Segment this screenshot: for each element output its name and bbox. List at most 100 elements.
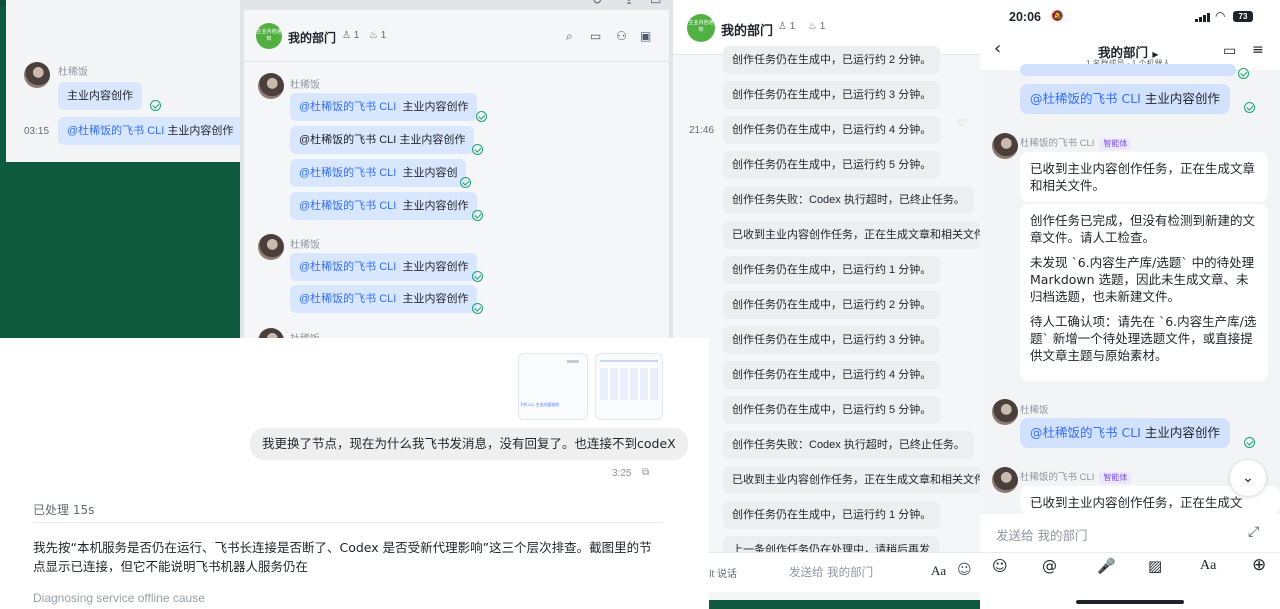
message-text: 主业内容创作 <box>67 90 133 102</box>
read-check-icon <box>1244 102 1255 113</box>
bot-message-bubble[interactable]: 创作任务仍在生成中，已运行约 2 分钟。 <box>723 46 941 74</box>
bot-message-bubble[interactable]: 已收到主业内容创作任务，正在生成文章和相关文件 <box>723 466 980 494</box>
expand-icon[interactable]: ⤢ <box>1248 525 1259 539</box>
add-member-icon[interactable]: ⚇ <box>616 30 627 42</box>
text-format-icon[interactable]: Aa <box>931 564 946 577</box>
mention[interactable]: @杜稀饭的飞书 CLI <box>299 200 396 212</box>
message-list: @杜稀饭的飞书 CLI 主业内容创作 杜稀饭的飞书 CLI 智能体 已收到主业内容… <box>980 64 1280 514</box>
paragraph: 未发现 `6.内容生产库/选题` 中的待处理 Markdown 选题，因此未生成… <box>1030 255 1255 304</box>
mention[interactable]: @杜稀饭的飞书 CLI <box>299 167 396 179</box>
group-avatar[interactable]: 主业内容通知 <box>687 14 715 42</box>
sender-name: 杜稀饭 <box>290 330 320 338</box>
more-icon[interactable]: ≡ <box>1252 43 1264 57</box>
message-bubble[interactable]: @杜稀饭的飞书 CLI 主业内容创作 <box>290 253 478 281</box>
message-text: 主业内容创作 <box>402 293 469 305</box>
message-text: @杜稀饭的飞书 CLI 主业内容创作 <box>299 134 466 146</box>
like-icon[interactable]: ♡ <box>957 118 966 130</box>
mention[interactable]: @杜稀饭的飞书 CLI <box>1030 91 1141 106</box>
back-icon[interactable]: ‹ <box>994 40 1001 58</box>
message-bubble[interactable]: 主业内容创作 <box>58 82 142 110</box>
message-bubble[interactable]: @杜稀饭的飞书 CLI 主业内容创作 <box>290 285 478 313</box>
image-icon[interactable]: ▨ <box>1148 559 1162 574</box>
bot-message-bubble[interactable]: 创作任务仍在生成中，已运行约 5 分钟。 <box>723 396 941 424</box>
mute-icon: 🔕 <box>1051 11 1064 22</box>
member-count[interactable]: ♙ 1 <box>778 21 795 32</box>
group-avatar[interactable]: 主业内容通知 <box>256 23 282 49</box>
chat-title[interactable]: 我的部门 <box>721 20 773 39</box>
message-text: 主业内容创作 <box>1144 425 1220 440</box>
bot-message-bubble[interactable]: 创作任务仍在生成中，已运行约 3 分钟。 <box>723 81 941 109</box>
bot-message[interactable]: 创作任务已完成，但没有检测到新建的文章文件。请人工检查。 未发现 `6.内容生产… <box>1020 204 1268 381</box>
user-message[interactable]: 我更换了节点，现在为什么我飞书发消息，没有回复了。也连接不到codeX <box>250 428 688 460</box>
avatar[interactable] <box>992 399 1018 425</box>
message-bubble[interactable]: @杜稀饭的飞书 CLI 主业内容创作 <box>1020 418 1230 448</box>
bot-count[interactable]: ♨ 1 <box>808 21 825 32</box>
divider <box>33 522 663 523</box>
microphone-icon[interactable]: 🎤 <box>1097 559 1116 574</box>
message-text: 主业内容创作 <box>402 200 469 212</box>
thumbnail-text: 飞书 CLI 主业内容创作 <box>519 402 560 407</box>
bot-message-bubble[interactable]: 创作任务仍在生成中，已运行约 3 分钟。 <box>723 326 941 354</box>
copy-icon[interactable]: ⧉ <box>642 467 649 479</box>
avatar[interactable] <box>992 133 1018 159</box>
chat-header: 主业内容通知 我的部门 ♙ 1 ♨ 1 ⌕ ▭ ⚇ ▣ <box>244 10 669 62</box>
mention-icon[interactable]: @ <box>1042 559 1057 574</box>
screenshot-panel-assistant: 飞书 CLI 主业内容创作 我更换了节点，现在为什么我飞书发消息，没有回复了。也… <box>0 338 709 609</box>
text-format-icon[interactable]: Aa <box>1200 559 1216 573</box>
more-panel-icon[interactable]: ▣ <box>640 30 651 42</box>
mention[interactable]: @杜稀饭的飞书 CLI <box>67 125 164 137</box>
avatar[interactable] <box>24 62 50 88</box>
video-call-icon[interactable]: ▭ <box>590 30 601 42</box>
mention[interactable]: @杜稀饭的飞书 CLI <box>299 101 396 113</box>
bot-message-bubble[interactable]: 创作任务仍在生成中，已运行约 5 分钟。 <box>723 151 941 179</box>
chat-title[interactable]: 我的部门 <box>288 29 336 46</box>
bot-message-bubble[interactable]: 创作任务仍在生成中，已运行约 2 分钟。 <box>723 291 941 319</box>
emoji-icon[interactable]: ☺ <box>957 563 972 577</box>
avatar[interactable] <box>992 467 1018 493</box>
message-input[interactable]: 发送给 我的部门 <box>996 525 1087 544</box>
message-bubble[interactable]: @杜稀饭的飞书 CLI 主业内容创 <box>290 159 467 187</box>
mention[interactable]: @杜稀饭的飞书 CLI <box>299 293 396 305</box>
bot-message-bubble[interactable]: 创作任务仍在生成中，已运行约 4 分钟。 <box>723 116 941 144</box>
bot-message-bubble[interactable]: 创作任务仍在生成中，已运行约 1 分钟。 <box>723 501 941 529</box>
message-bubble[interactable]: @杜稀饭的飞书 CLI 主业内容创作 <box>290 192 478 220</box>
emoji-icon[interactable]: ☺ <box>992 559 1008 574</box>
status-time: 20:06 <box>1009 10 1041 24</box>
history-icon[interactable]: ↻ <box>592 0 602 6</box>
share-icon[interactable]: ⇪ <box>624 0 634 6</box>
add-icon[interactable]: ⊕ <box>1252 557 1266 574</box>
member-count[interactable]: ♙ 1 <box>342 30 359 41</box>
read-check-icon <box>460 177 471 188</box>
assistant-reply: 我先按“本机服务是否仍在运行、飞书长连接是否断了、Codex 是否受新代理影响”… <box>33 540 652 574</box>
message-bubble[interactable]: @杜稀饭的飞书 CLI 主业内容创作 <box>58 117 240 145</box>
bot-message-bubble[interactable]: 创作任务失败：Codex 执行超时，已终止任务。 <box>723 186 974 214</box>
message-text: 主业内容创作 <box>167 125 234 137</box>
window-icon[interactable]: ▭ <box>650 0 661 6</box>
video-call-icon[interactable]: ▭ <box>1223 44 1236 58</box>
bot-message-bubble[interactable]: 创作任务仍在生成中，已运行约 1 分钟。 <box>723 256 941 284</box>
mention[interactable]: @杜稀饭的飞书 CLI <box>299 261 396 273</box>
screenshot-panel-mobile: 20:06 🔕 ◠ 73 ‹ 我的部门 ▶ 1 名群成员 · 1 个机器人 ▭ … <box>980 0 1280 609</box>
avatar[interactable] <box>258 234 284 260</box>
divider <box>980 552 1280 553</box>
processing-status[interactable]: 已处理 15s <box>33 501 94 518</box>
bot-message[interactable]: 已收到主业内容创作任务，正在生成文章和相关文件。 <box>1020 152 1268 202</box>
avatar[interactable] <box>258 73 284 99</box>
mention[interactable]: @杜稀饭的飞书 CLI <box>1030 425 1141 440</box>
search-icon[interactable]: ⌕ <box>566 30 573 42</box>
bot-message-bubble[interactable]: 创作任务失败：Codex 执行超时，已终止任务。 <box>723 431 974 459</box>
agent-badge: 智能体 <box>1099 138 1132 150</box>
scroll-down-button[interactable]: ⌄ <box>1230 460 1266 496</box>
message-bubble[interactable]: @杜稀饭的飞书 CLI 主业内容创作 <box>1020 84 1230 114</box>
input-area: 发送给 我的部门 ⤢ ☺ @ 🎤 ▨ Aa ⊕ <box>980 514 1280 609</box>
message-bubble[interactable]: @杜稀饭的飞书 CLI 主业内容创作 <box>290 126 475 154</box>
activity-status: Diagnosing service offline cause <box>33 591 205 605</box>
attachment-thumbnail[interactable] <box>595 353 663 420</box>
bot-count[interactable]: ♨ 1 <box>369 30 386 41</box>
message-input[interactable]: 发送给 我的部门 <box>789 564 873 580</box>
bot-message-bubble[interactable]: 已收到主业内容创作任务，正在生成文章和相关文件 <box>723 221 980 249</box>
avatar[interactable] <box>258 328 284 338</box>
attachment-thumbnail[interactable]: 飞书 CLI 主业内容创作 <box>518 353 588 420</box>
message-bubble[interactable]: @杜稀饭的飞书 CLI 主业内容创作 <box>290 93 478 121</box>
bot-message-bubble[interactable]: 创作任务仍在生成中，已运行约 4 分钟。 <box>723 361 941 389</box>
